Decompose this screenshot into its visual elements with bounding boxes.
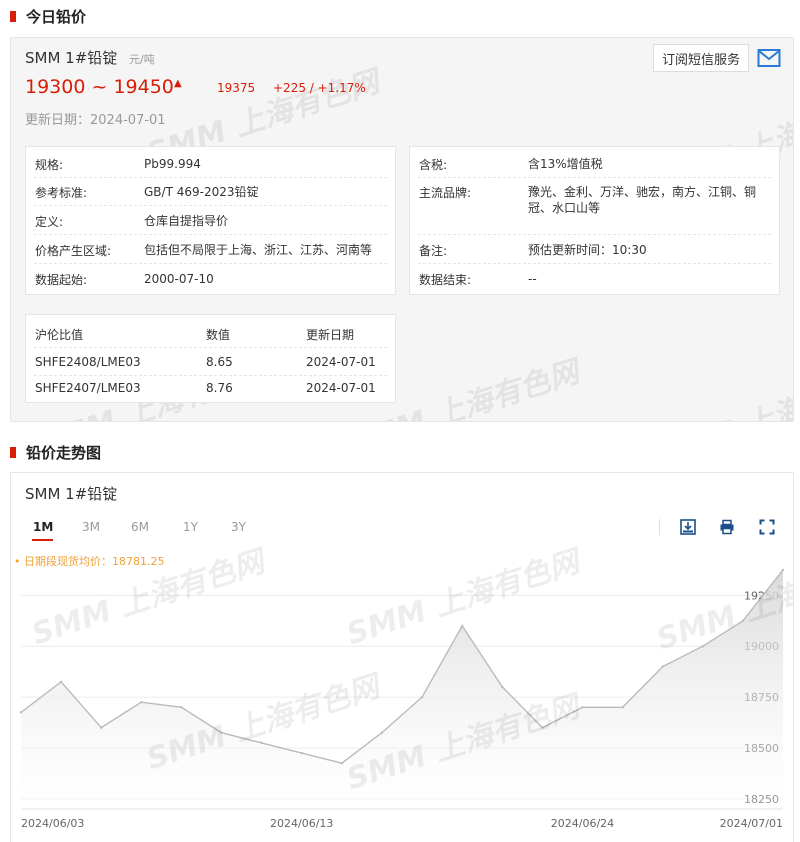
- info-key: 价格产生区域:: [35, 244, 112, 258]
- info-value: 仓库自提指导价: [144, 214, 229, 228]
- divider: [418, 177, 771, 178]
- data-point: [621, 706, 624, 709]
- data-point: [100, 726, 103, 729]
- info-value: 预估更新时间：10:30: [528, 243, 647, 257]
- data-point: [501, 685, 504, 689]
- data-point: [581, 706, 584, 709]
- info-value: 2000-07-10: [144, 272, 214, 286]
- info-key: 参考标准:: [35, 186, 88, 200]
- section-mark: [10, 10, 16, 22]
- x-tick-label: 2024/07/01: [720, 817, 783, 830]
- mail-icon[interactable]: [757, 48, 781, 68]
- section-title-trend: 铅价走势图: [10, 442, 101, 462]
- info-key: 数据结束:: [419, 273, 472, 287]
- price-unit: 元/吨: [129, 53, 155, 66]
- info-value: 含13%增值税: [528, 157, 603, 171]
- info-key: 定义:: [35, 215, 64, 229]
- data-point: [59, 680, 63, 684]
- table-cell: 8.76: [206, 381, 233, 395]
- section-title-text: 今日铅价: [26, 7, 87, 26]
- column-header: 沪伦比值: [35, 328, 84, 342]
- table-cell: 2024-07-01: [306, 381, 376, 395]
- data-point: [661, 665, 664, 668]
- data-point: [541, 726, 544, 729]
- data-point: [260, 741, 263, 745]
- tab-3y[interactable]: 3Y: [231, 520, 246, 534]
- tab-6m[interactable]: 6M: [131, 520, 149, 534]
- section-mark: [10, 446, 16, 458]
- today-price-panel: SMM 上海有色网 SMM 上海有色网 SMM 上海有色网 SMM 上海有色网 …: [10, 37, 794, 422]
- divider: [418, 234, 771, 235]
- data-point: [460, 624, 464, 628]
- divider: [418, 263, 771, 264]
- table-cell: 8.65: [206, 355, 233, 369]
- data-point: [420, 695, 424, 699]
- divider: [34, 234, 387, 235]
- x-tick-label: 2024/06/24: [551, 817, 614, 830]
- section-title-today: 今日铅价: [10, 6, 86, 26]
- info-key: 规格:: [35, 158, 64, 172]
- data-point: [380, 731, 384, 734]
- table-cell: SHFE2407/LME03: [35, 381, 141, 395]
- tab-3m[interactable]: 3M: [82, 520, 100, 534]
- table-cell: SHFE2408/LME03: [35, 355, 141, 369]
- update-date: 更新日期：2024-07-01: [25, 113, 166, 128]
- divider: [34, 347, 387, 348]
- up-arrow-icon: ▲: [174, 78, 182, 89]
- tab-1y[interactable]: 1Y: [183, 520, 198, 534]
- data-point: [701, 645, 704, 648]
- spec-info-right: 含税: 含13%增值税 主流品牌: 豫光、金利、万洋、驰宏，南方、江铜、铜冠、水…: [409, 146, 780, 295]
- data-point: [300, 751, 303, 755]
- data-point: [781, 568, 785, 572]
- price-change: +225 / +1.17%: [273, 81, 366, 95]
- trend-chart-panel: 18250185001875019000192502024/06/032024/…: [10, 472, 794, 842]
- info-value: 包括但不局限于上海、浙江、江苏、河南等: [144, 243, 373, 257]
- info-key: 含税:: [419, 158, 448, 172]
- table-cell: 2024-07-01: [306, 355, 376, 369]
- divider: [34, 177, 387, 178]
- info-key: 数据起始:: [35, 273, 88, 287]
- info-key: 备注:: [419, 244, 448, 258]
- tab-1m[interactable]: 1M: [33, 520, 53, 534]
- ratio-table: 沪伦比值 数值 更新日期 SHFE2408/LME03 8.65 2024-07…: [25, 314, 396, 403]
- x-tick-label: 2024/06/03: [21, 817, 84, 830]
- info-value: --: [528, 272, 537, 286]
- area-fill: [21, 569, 783, 809]
- data-point: [180, 706, 183, 709]
- data-point: [340, 762, 344, 765]
- x-tick-label: 2024/06/13: [270, 817, 333, 830]
- column-header: 更新日期: [306, 328, 355, 342]
- data-point: [741, 619, 745, 623]
- subscribe-sms-button[interactable]: 订阅短信服务: [653, 44, 750, 72]
- fullscreen-icon[interactable]: [759, 519, 775, 535]
- divider: [34, 263, 387, 264]
- print-icon[interactable]: [719, 519, 735, 535]
- divider: [34, 205, 387, 206]
- price-range: 19300 ~ 19450: [25, 76, 174, 98]
- download-icon[interactable]: [680, 519, 696, 535]
- section-title-text: 铅价走势图: [26, 443, 102, 462]
- info-value: GB/T 469-2023铅锭: [144, 185, 259, 199]
- divider: [34, 375, 387, 376]
- info-value: Pb99.994: [144, 157, 201, 171]
- product-name: SMM 1#铅锭: [25, 49, 118, 67]
- toolbar-divider: [659, 519, 660, 535]
- info-key: 主流品牌:: [419, 186, 472, 200]
- price-trend-chart: 18250185001875019000192502024/06/032024/…: [19, 568, 785, 830]
- active-tab-indicator: [32, 539, 53, 541]
- data-point: [19, 711, 23, 714]
- average-price: 19375: [217, 81, 256, 95]
- period-average-note: • 日期段现货均价：18781.25: [14, 555, 165, 568]
- data-point: [220, 731, 223, 734]
- chart-title: SMM 1#铅锭: [25, 485, 118, 503]
- column-header: 数值: [206, 328, 231, 342]
- watermark: SMM 上海有色网: [653, 364, 794, 422]
- info-value: 豫光、金利、万洋、驰宏，南方、江铜、铜冠、水口山等: [528, 185, 757, 215]
- spec-info-left: 规格: Pb99.994 参考标准: GB/T 469-2023铅锭 定义: 仓…: [25, 146, 396, 295]
- data-point: [140, 700, 143, 704]
